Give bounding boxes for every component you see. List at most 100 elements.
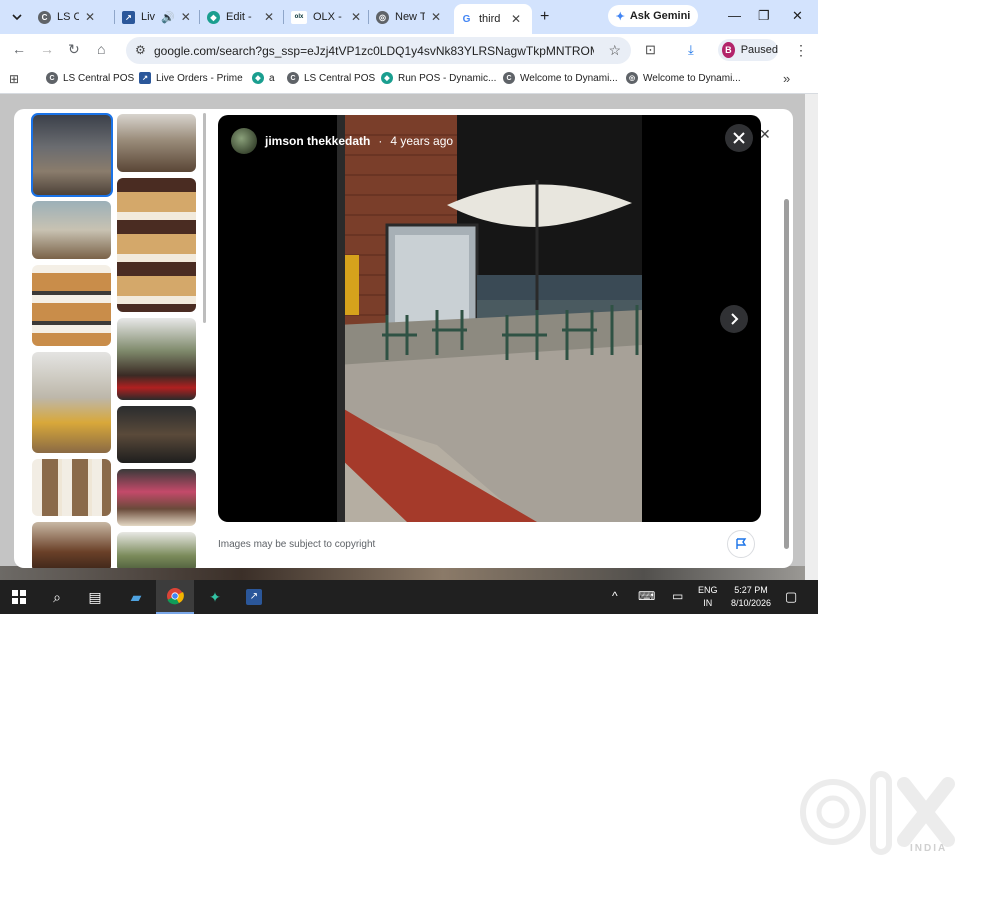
tab-edit[interactable]: ◆ Edit - ✕	[207, 5, 274, 29]
bookmark-live-orders[interactable]: ↗ Live Orders - Prime	[139, 72, 243, 84]
report-image-button[interactable]	[727, 530, 755, 558]
chrome-taskbar-icon[interactable]	[156, 580, 194, 614]
task-view-icon[interactable]: ▤	[76, 580, 114, 614]
power-apps-icon: ↗	[246, 589, 262, 605]
windows-start-icon[interactable]	[0, 580, 38, 614]
panel-scrollbar[interactable]	[784, 199, 789, 549]
region-code: IN	[703, 598, 713, 608]
thumbnail-image[interactable]	[32, 352, 111, 453]
windows-logo-icon	[12, 590, 26, 604]
bookmark-run-pos[interactable]: ◆ Run POS - Dynamic...	[381, 72, 496, 84]
power-apps-favicon-icon: ↗	[122, 10, 135, 24]
window-close-icon[interactable]: ✕	[792, 8, 803, 24]
bookmark-ls-central-pos-2[interactable]: C LS Central POS	[287, 72, 375, 84]
bookmark-ls-central-pos[interactable]: C LS Central POS	[46, 72, 134, 84]
download-icon[interactable]: ⤓	[688, 42, 694, 58]
clock-time: 5:27 PM	[734, 585, 768, 595]
apps-grid-icon[interactable]: ⊞	[9, 72, 19, 86]
close-tab-icon[interactable]: ✕	[264, 10, 274, 24]
bookmark-favicon-icon: ◆	[252, 72, 264, 84]
back-arrow-icon[interactable]: ←	[12, 41, 26, 57]
tab-label: LS Cen	[57, 11, 79, 23]
chrome-favicon-icon: ◎	[376, 10, 389, 24]
bookmark-favicon-icon: ◎	[626, 72, 638, 84]
bookmark-label: a	[269, 72, 275, 84]
thumbnail-image[interactable]	[32, 265, 111, 346]
minimize-icon[interactable]: —	[728, 8, 741, 23]
bookmark-welcome-1[interactable]: C Welcome to Dynami...	[503, 72, 618, 84]
profile-status: Paused	[740, 44, 778, 56]
forward-arrow-icon[interactable]: →	[40, 41, 54, 57]
thumbnail-image[interactable]	[117, 406, 196, 463]
close-tab-icon[interactable]: ✕	[351, 10, 361, 24]
bookmark-label: Live Orders - Prime	[156, 72, 243, 84]
close-viewer-button[interactable]	[725, 124, 753, 152]
uploader-name[interactable]: jimson thekkedath	[265, 134, 370, 148]
bookmark-a[interactable]: ◆ a	[252, 72, 275, 84]
thumbnail-image[interactable]	[117, 532, 196, 568]
power-apps-taskbar-icon[interactable]: ↗	[235, 580, 273, 614]
close-tab-icon[interactable]: ✕	[181, 10, 191, 24]
notifications-icon[interactable]: ▢	[785, 589, 797, 605]
tray-overflow-icon[interactable]: ^	[612, 589, 618, 603]
ask-gemini-button[interactable]: ✦ Ask Gemini	[608, 5, 698, 27]
google-lens-icon[interactable]: ⊡	[645, 42, 656, 58]
windows-taskbar: ⌕ ▤ ▰ ✦ ↗ ^ ⌨ ▭ ENG IN 5:27 PM 8/10/2026…	[0, 580, 818, 614]
more-menu-icon[interactable]: ⋮	[794, 42, 808, 59]
separator-dot: ·	[378, 134, 383, 148]
address-bar[interactable]: ⚙ google.com/search?gs_ssp=eJzj4tVP1zc0L…	[126, 37, 631, 64]
main-photo[interactable]	[337, 115, 642, 522]
thumbnail-image[interactable]	[117, 469, 196, 526]
thumbnail-image[interactable]	[31, 113, 113, 197]
close-tab-icon[interactable]: ✕	[85, 10, 95, 24]
gemini-sparkle-icon: ✦	[615, 10, 625, 23]
tab-olx[interactable]: olx OLX - ✕	[291, 5, 361, 29]
flag-icon	[736, 538, 747, 549]
thumbnail-scrollbar[interactable]	[203, 113, 206, 323]
restore-icon[interactable]: ❐	[758, 8, 770, 24]
url-text[interactable]: google.com/search?gs_ssp=eJzj4tVP1zc0LDQ…	[154, 44, 594, 58]
close-tab-icon[interactable]: ✕	[511, 12, 521, 26]
close-icon	[733, 132, 745, 144]
copyright-notice[interactable]: Images may be subject to copyright	[218, 539, 375, 550]
next-image-button[interactable]	[720, 305, 748, 333]
bookmark-welcome-2[interactable]: ◎ Welcome to Dynami...	[626, 72, 741, 84]
ask-gemini-label: Ask Gemini	[629, 10, 691, 22]
tab-search-button[interactable]	[6, 6, 28, 28]
thumbnail-image[interactable]	[117, 114, 196, 172]
thumbnail-image[interactable]	[32, 459, 111, 516]
close-tab-icon[interactable]: ✕	[431, 10, 441, 24]
close-panel-icon[interactable]: ✕	[759, 126, 771, 143]
keyboard-icon[interactable]: ⌨	[638, 589, 655, 603]
site-info-icon[interactable]: ⚙	[135, 43, 146, 57]
thumbnail-image[interactable]	[117, 318, 196, 400]
reload-icon[interactable]: ↻	[68, 41, 80, 58]
thumbnail-image[interactable]	[117, 178, 196, 312]
app-installer-icon[interactable]: ▰	[117, 580, 155, 614]
thumbnail-image[interactable]	[32, 201, 111, 259]
speaker-icon[interactable]: 🔊	[161, 11, 175, 24]
more-bookmarks-icon[interactable]: »	[783, 71, 790, 86]
tab-ls-central[interactable]: C LS Cen ✕	[38, 5, 95, 29]
network-icon[interactable]: ▭	[672, 589, 683, 603]
bookmark-star-icon[interactable]: ☆	[608, 42, 621, 59]
thumbnail-image[interactable]	[32, 522, 111, 568]
tab-new-tab[interactable]: ◎ New T ✕	[376, 5, 441, 29]
dynamics-taskbar-icon[interactable]: ✦	[196, 580, 234, 614]
search-icon[interactable]: ⌕	[38, 580, 76, 614]
tab-strip: C LS Cen ✕ ↗ Liv 🔊 ✕ ◆ Edit - ✕ olx OLX …	[0, 0, 818, 34]
tab-label: third	[479, 13, 501, 25]
google-favicon-icon: G	[460, 12, 473, 26]
tab-live-orders[interactable]: ↗ Liv 🔊 ✕	[122, 5, 191, 29]
screen: C LS Cen ✕ ↗ Liv 🔊 ✕ ◆ Edit - ✕ olx OLX …	[0, 0, 818, 614]
home-icon[interactable]: ⌂	[97, 41, 105, 57]
uploader-info[interactable]: jimson thekkedath · 4 years ago	[231, 128, 453, 154]
tab-label: New T	[395, 11, 425, 23]
system-clock[interactable]: 5:27 PM 8/10/2026	[727, 584, 775, 610]
tab-third-active[interactable]: G third ✕	[454, 4, 532, 34]
new-tab-button[interactable]: +	[540, 8, 549, 26]
profile-button[interactable]: B Paused	[718, 39, 778, 61]
page-scrollbar[interactable]	[805, 94, 818, 580]
bookmark-label: Welcome to Dynami...	[643, 72, 741, 84]
language-indicator[interactable]: ENG IN	[698, 584, 718, 610]
